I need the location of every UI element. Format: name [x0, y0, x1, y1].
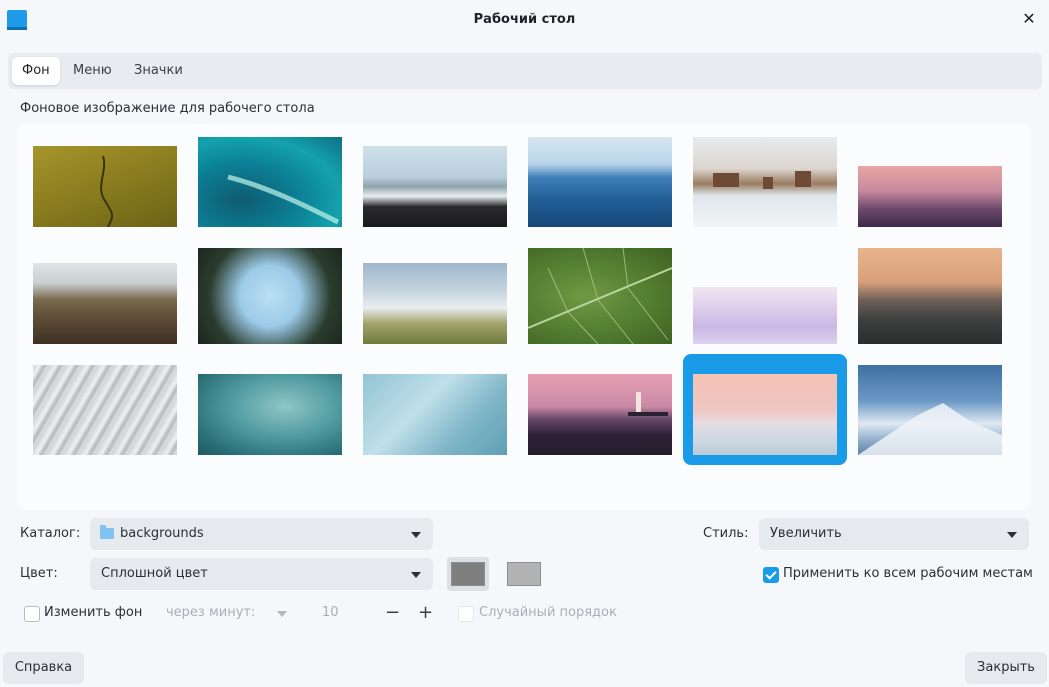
- apply-all-label: Применить ко всем рабочим местам: [783, 566, 1033, 581]
- tab-menu[interactable]: Меню: [63, 57, 122, 85]
- thumbnail-sunset-mountains[interactable]: [858, 248, 1002, 344]
- tab-bar: Фон Меню Значки: [8, 53, 1042, 89]
- change-background-label: Изменить фон: [44, 605, 143, 620]
- thumbnail-snowy-peak[interactable]: [858, 365, 1002, 455]
- color-mode-combobox[interactable]: Сплошной цвет: [90, 558, 433, 590]
- thumbnail-pink-city-skyline[interactable]: [858, 166, 1002, 227]
- thumbnail-misty-valley-hills[interactable]: [363, 263, 507, 344]
- catalog-label: Каталог:: [20, 526, 81, 541]
- chevron-down-icon: [411, 532, 421, 538]
- thumbnail-green-leaf-macro[interactable]: [528, 248, 672, 344]
- thumbnail-pink-sand-dune[interactable]: [693, 374, 837, 455]
- thumbnail-monument-valley-snow[interactable]: [693, 137, 837, 227]
- thumbnail-yellow-plain-crack[interactable]: [33, 146, 177, 227]
- increment-button[interactable]: +: [418, 604, 433, 622]
- interval-dropdown-icon[interactable]: [277, 611, 287, 617]
- style-combobox[interactable]: Увеличить: [759, 518, 1029, 550]
- thumbnail-calm-sea[interactable]: [528, 137, 672, 227]
- apply-all-checkbox[interactable]: [763, 567, 779, 583]
- close-button[interactable]: Закрыть: [965, 652, 1047, 684]
- thumbnail-black-sand-beach[interactable]: [363, 146, 507, 227]
- catalog-combobox[interactable]: backgrounds: [90, 518, 433, 550]
- catalog-value: backgrounds: [120, 526, 204, 541]
- thumbnail-pink-cloud-haze[interactable]: [693, 287, 837, 344]
- titlebar: Рабочий стол ✕: [0, 0, 1049, 40]
- background-heading: Фоновое изображение для рабочего стола: [20, 101, 315, 116]
- chevron-down-icon: [411, 572, 421, 578]
- thumbnail-teal-aurora[interactable]: [198, 137, 342, 227]
- primary-color-swatch[interactable]: [451, 562, 485, 586]
- thumbnail-teal-abstract-waves[interactable]: [363, 374, 507, 455]
- color-label: Цвет:: [20, 566, 58, 581]
- window-title: Рабочий стол: [473, 12, 576, 27]
- style-label: Стиль:: [703, 526, 749, 541]
- random-order-checkbox[interactable]: [458, 606, 474, 622]
- change-background-checkbox[interactable]: [24, 606, 40, 622]
- color-mode-value: Сплошной цвет: [101, 566, 208, 581]
- thumbnail-palm-trees-sky[interactable]: [198, 248, 342, 344]
- close-window-button[interactable]: ✕: [1019, 9, 1039, 29]
- thumbnail-teal-ice-water[interactable]: [198, 374, 342, 455]
- random-order-label: Случайный порядок: [479, 605, 617, 620]
- thumbnail-canyon-waterfall[interactable]: [33, 263, 177, 344]
- interval-label: через минут:: [166, 605, 256, 620]
- tab-icons[interactable]: Значки: [124, 57, 193, 85]
- decrement-button[interactable]: −: [385, 604, 400, 622]
- tab-background[interactable]: Фон: [12, 57, 60, 85]
- thumbnail-metal-scales-texture[interactable]: [33, 365, 177, 455]
- help-button[interactable]: Справка: [3, 652, 84, 684]
- secondary-color-swatch[interactable]: [507, 562, 541, 586]
- folder-icon: [100, 525, 114, 539]
- thumbnail-lighthouse-dusk[interactable]: [528, 374, 672, 455]
- style-value: Увеличить: [770, 526, 842, 541]
- interval-value[interactable]: 10: [322, 605, 339, 620]
- chevron-down-icon: [1007, 532, 1017, 538]
